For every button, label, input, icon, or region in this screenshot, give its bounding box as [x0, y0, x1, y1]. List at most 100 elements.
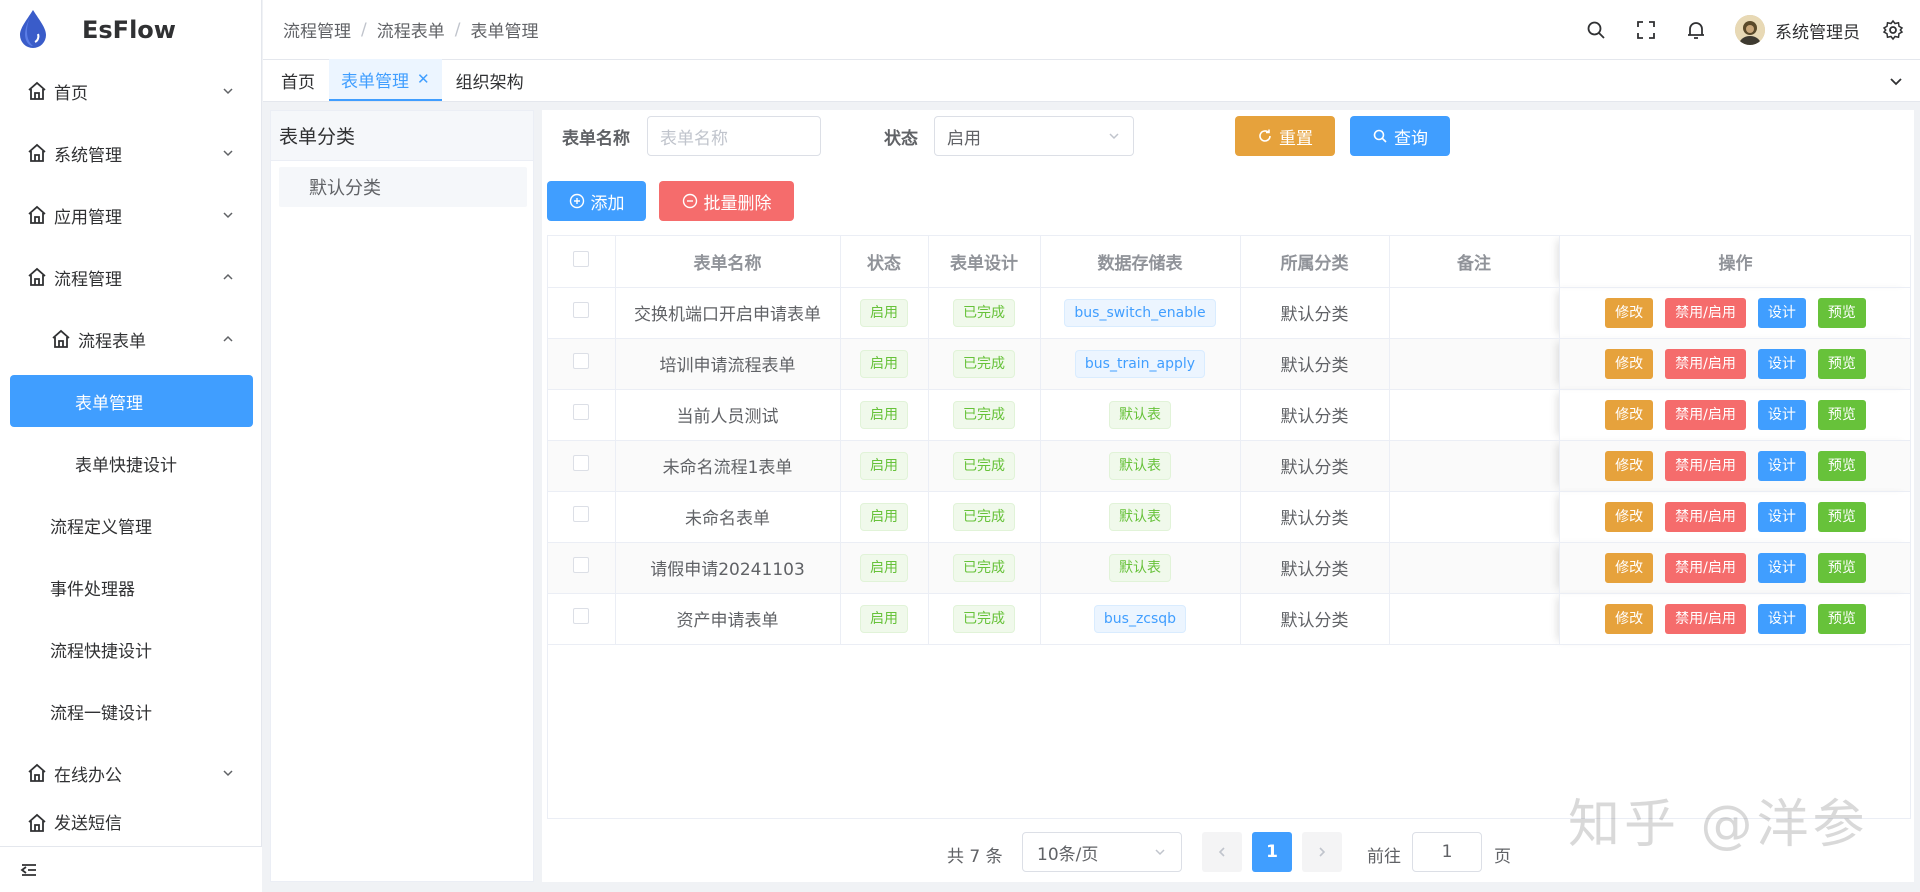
row-select-cell[interactable] — [548, 542, 616, 594]
row-checkbox[interactable] — [573, 506, 590, 522]
remark-cell — [1389, 593, 1560, 645]
column-header: 操作 — [1559, 236, 1910, 288]
row-checkbox[interactable] — [573, 557, 590, 573]
design-button[interactable]: 设计 — [1757, 348, 1806, 379]
row-checkbox[interactable] — [573, 404, 590, 420]
storage-table-cell: 默认表 — [1040, 491, 1241, 543]
reset-button[interactable]: 重置 — [1235, 116, 1335, 156]
design-button[interactable]: 设计 — [1757, 399, 1806, 430]
toggle-enable-button[interactable]: 禁用/启用 — [1665, 603, 1746, 634]
preview-button[interactable]: 预览 — [1817, 450, 1866, 481]
add-button[interactable]: 添加 — [547, 181, 646, 221]
sidebar-item-online-office[interactable]: 在线办公 — [0, 742, 261, 804]
toggle-enable-button[interactable]: 禁用/启用 — [1665, 297, 1746, 328]
preview-button[interactable]: 预览 — [1817, 297, 1866, 328]
prev-page-button[interactable] — [1202, 832, 1242, 872]
close-icon[interactable]: ✕ — [417, 70, 430, 88]
edit-button[interactable]: 修改 — [1605, 501, 1654, 532]
sidebar-item-process-quick-design[interactable]: 流程快捷设计 — [0, 618, 261, 680]
edit-button[interactable]: 修改 — [1605, 552, 1654, 583]
sidebar-item-process-one-click-design[interactable]: 流程一键设计 — [0, 680, 261, 742]
row-checkbox[interactable] — [573, 455, 590, 471]
page-size-select[interactable]: 10条/页 — [1022, 832, 1182, 872]
next-page-button[interactable] — [1302, 832, 1342, 872]
sidebar-item-label: 表单快捷设计 — [75, 455, 177, 476]
tab-home[interactable]: 首页 — [269, 59, 327, 101]
chevron-down-icon[interactable] — [1888, 73, 1904, 89]
preview-button[interactable]: 预览 — [1817, 501, 1866, 532]
row-checkbox[interactable] — [573, 302, 590, 318]
sidebar-item-event-handler[interactable]: 事件处理器 — [0, 556, 261, 618]
chevron-up-icon — [223, 273, 233, 280]
edit-button[interactable]: 修改 — [1605, 297, 1654, 328]
sidebar-item-process-definition[interactable]: 流程定义管理 — [0, 494, 261, 556]
row-select-cell[interactable] — [548, 593, 616, 645]
edit-button[interactable]: 修改 — [1605, 603, 1654, 634]
select-all-checkbox[interactable] — [573, 250, 590, 267]
tab-form-management[interactable]: 表单管理 ✕ — [329, 59, 442, 101]
design-button[interactable]: 设计 — [1757, 450, 1806, 481]
search-icon[interactable] — [1585, 19, 1607, 41]
select-all-cell[interactable] — [548, 236, 616, 288]
form-name-cell: 当前人员测试 — [615, 389, 841, 441]
breadcrumb-item[interactable]: 流程表单 — [377, 17, 445, 42]
username[interactable]: 系统管理员 — [1775, 18, 1860, 43]
breadcrumb-item[interactable]: 流程管理 — [283, 17, 351, 42]
sidebar-item-process-form[interactable]: 流程表单 — [0, 308, 261, 370]
row-select-cell[interactable] — [548, 389, 616, 441]
gear-icon[interactable] — [1882, 19, 1904, 41]
status-cell: 启用 — [840, 338, 929, 390]
toggle-enable-button[interactable]: 禁用/启用 — [1665, 399, 1746, 430]
sidebar-item-process[interactable]: 流程管理 — [0, 246, 261, 308]
toggle-enable-button[interactable]: 禁用/启用 — [1665, 450, 1746, 481]
tab-organization[interactable]: 组织架构 — [444, 59, 536, 101]
sidebar-item-form-management[interactable]: 表单管理 — [10, 375, 253, 427]
sidebar-item-apps[interactable]: 应用管理 — [0, 184, 261, 246]
fullscreen-icon[interactable] — [1635, 19, 1657, 41]
design-button[interactable]: 设计 — [1757, 297, 1806, 328]
avatar[interactable] — [1735, 15, 1765, 45]
water-drop-logo-icon — [16, 8, 50, 53]
edit-button[interactable]: 修改 — [1605, 450, 1654, 481]
plus-circle-icon — [569, 193, 584, 209]
preview-button[interactable]: 预览 — [1817, 348, 1866, 379]
sidebar-item-label: 流程定义管理 — [50, 517, 152, 538]
bell-icon[interactable] — [1685, 19, 1707, 41]
design-button[interactable]: 设计 — [1757, 552, 1806, 583]
sidebar-item-sms[interactable]: 发送短信 — [0, 804, 261, 834]
query-button[interactable]: 查询 — [1350, 116, 1450, 156]
row-select-cell[interactable] — [548, 287, 616, 339]
edit-button[interactable]: 修改 — [1605, 399, 1654, 430]
row-select-cell[interactable] — [548, 440, 616, 492]
chevron-down-icon — [223, 212, 233, 219]
sidebar-item-form-quick-design[interactable]: 表单快捷设计 — [0, 432, 261, 494]
design-button[interactable]: 设计 — [1757, 501, 1806, 532]
sidebar-item-home[interactable]: 首页 — [0, 60, 261, 122]
category-item[interactable]: 默认分类 — [279, 167, 527, 207]
preview-button[interactable]: 预览 — [1817, 552, 1866, 583]
edit-button[interactable]: 修改 — [1605, 348, 1654, 379]
collapse-sidebar-button[interactable] — [0, 846, 262, 892]
row-checkbox[interactable] — [573, 353, 590, 369]
toggle-enable-button[interactable]: 禁用/启用 — [1665, 552, 1746, 583]
app-logo[interactable]: EsFlow — [0, 0, 261, 60]
design-status-badge: 已完成 — [953, 553, 1015, 582]
row-select-cell[interactable] — [548, 491, 616, 543]
toggle-enable-button[interactable]: 禁用/启用 — [1665, 501, 1746, 532]
actions-cell: 修改 禁用/启用 设计 预览 — [1559, 440, 1910, 492]
actions-cell: 修改 禁用/启用 设计 预览 — [1559, 542, 1910, 594]
status-select[interactable]: 启用 — [934, 116, 1134, 156]
sidebar-item-system[interactable]: 系统管理 — [0, 122, 261, 184]
batch-delete-button[interactable]: 批量删除 — [659, 181, 794, 221]
row-checkbox[interactable] — [573, 608, 590, 624]
design-button[interactable]: 设计 — [1757, 603, 1806, 634]
preview-button[interactable]: 预览 — [1817, 603, 1866, 634]
status-badge: 启用 — [860, 298, 908, 327]
preview-button[interactable]: 预览 — [1817, 399, 1866, 430]
form-name-input[interactable]: 表单名称 — [647, 116, 821, 156]
row-select-cell[interactable] — [548, 338, 616, 390]
storage-table-cell: bus_switch_enable — [1040, 287, 1241, 339]
goto-page-input[interactable]: 1 — [1412, 832, 1482, 872]
page-number-button[interactable]: 1 — [1252, 832, 1292, 872]
toggle-enable-button[interactable]: 禁用/启用 — [1665, 348, 1746, 379]
